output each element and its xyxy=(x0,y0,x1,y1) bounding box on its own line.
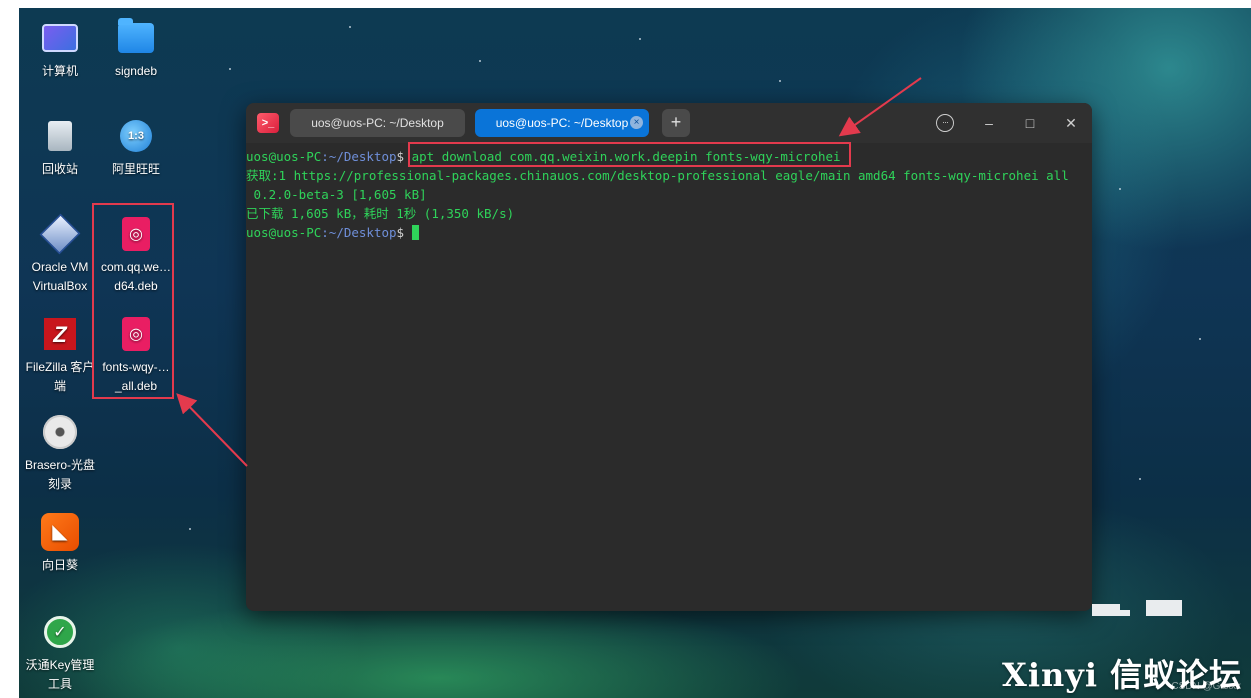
arrow-to-command xyxy=(838,77,922,137)
csdn-watermark: CSDN @Gaxxx xyxy=(1171,681,1241,692)
watermark-block xyxy=(1120,610,1130,616)
arrow-to-deb-files xyxy=(176,393,248,467)
watermark-block xyxy=(1092,604,1120,616)
watermark-block xyxy=(1146,600,1182,616)
desktop-background: 计算机 signdeb 回收站 1:3 阿里旺旺 Oracle VM Virtu… xyxy=(19,8,1251,698)
annotation-arrows xyxy=(176,77,922,467)
